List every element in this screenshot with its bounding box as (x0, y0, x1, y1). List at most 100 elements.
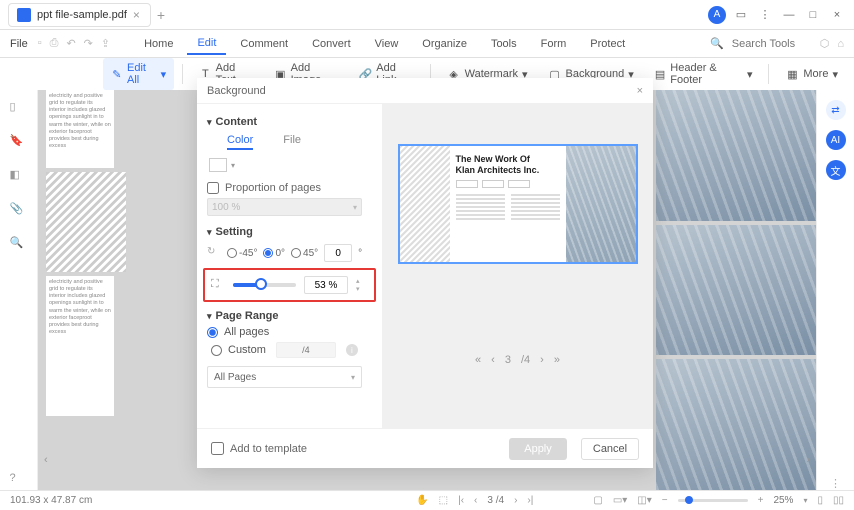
dialog-footer: Add to template Apply Cancel (197, 428, 653, 468)
dialog-close-icon[interactable]: × (637, 85, 643, 97)
last-page-icon[interactable]: » (554, 354, 560, 366)
file-tab[interactable]: File (283, 134, 301, 150)
select-tool-icon[interactable]: ⬚ (439, 495, 448, 506)
layers-icon[interactable]: ◧ (10, 168, 28, 186)
page-total: /4 (521, 354, 530, 366)
page-current: 3 (505, 354, 511, 366)
zoom-value[interactable]: 25% (773, 495, 793, 506)
search-input[interactable] (732, 38, 812, 50)
setting-section-header[interactable]: Setting (207, 226, 372, 238)
page-range-select[interactable]: All Pages▾ (207, 366, 362, 388)
dialog-header: Background × (197, 78, 653, 104)
scale-value-input[interactable] (304, 276, 348, 294)
page-thumb: electricity and positive grid to regulat… (46, 276, 114, 416)
rotation-row: ↻ -45° 0° 45° ° (207, 244, 372, 262)
add-to-template-checkbox[interactable]: Add to template (211, 442, 307, 455)
home-icon[interactable]: ⌂ (837, 38, 844, 50)
page-background-strip (656, 90, 816, 490)
menu-convert[interactable]: Convert (302, 34, 361, 54)
menu-comment[interactable]: Comment (230, 34, 298, 54)
notes-icon[interactable]: ▭ (732, 6, 750, 24)
search-panel-icon[interactable]: 🔍 (10, 236, 28, 254)
custom-radio[interactable]: Custom (211, 344, 266, 356)
close-icon[interactable]: × (133, 8, 140, 22)
rotate-neg45[interactable]: -45° (227, 248, 257, 259)
fit-width-icon[interactable]: ▭▾ (613, 495, 627, 506)
page-thumb: electricity and positive grid to regulat… (46, 90, 114, 168)
header-footer-button[interactable]: ▤ Header & Footer ▾ (646, 58, 761, 90)
custom-range-input[interactable] (276, 342, 336, 358)
menu-bar: File ▫ ⎙ ↶ ↷ ⇪ Home Edit Comment Convert… (0, 30, 854, 58)
last-page-icon[interactable]: ›| (527, 495, 533, 506)
chevron-down-icon: ▾ (747, 68, 753, 81)
prev-page-icon[interactable]: ‹ (491, 354, 495, 366)
menu-form[interactable]: Form (531, 34, 577, 54)
document-tab[interactable]: ppt file-sample.pdf × (8, 3, 151, 27)
rotate-45[interactable]: 45° (291, 248, 318, 259)
more-button[interactable]: ▦ More ▾ (777, 63, 846, 85)
info-icon[interactable]: i (346, 344, 358, 356)
bookmark-icon[interactable]: 🔖 (10, 134, 28, 152)
minimize-icon[interactable]: — (780, 6, 798, 24)
proportion-checkbox[interactable] (207, 182, 219, 194)
undo-icon[interactable]: ↶ (66, 37, 75, 50)
color-tab[interactable]: Color (227, 134, 253, 150)
menu-edit[interactable]: Edit (187, 33, 226, 55)
next-page-icon[interactable]: › (540, 354, 544, 366)
first-page-icon[interactable]: « (475, 354, 481, 366)
first-page-icon[interactable]: |‹ (458, 495, 464, 506)
ai-icon[interactable]: AI (826, 130, 846, 150)
content-section-header[interactable]: Content (207, 116, 372, 128)
color-picker[interactable]: ▾ (209, 158, 372, 172)
cloud-icon[interactable]: ⬡ (820, 37, 830, 50)
scale-stepper[interactable]: ▴▾ (356, 277, 368, 293)
menu-organize[interactable]: Organize (412, 34, 477, 54)
page-range-header[interactable]: Page Range (207, 310, 372, 322)
slider-thumb[interactable] (255, 278, 267, 290)
cancel-button[interactable]: Cancel (581, 438, 639, 460)
menu-home[interactable]: Home (134, 34, 183, 54)
copilot-icon[interactable]: ⇄ (826, 100, 846, 120)
edit-all-button[interactable]: ✎ Edit All ▾ (103, 58, 174, 90)
continuous-icon[interactable]: ▯▯ (833, 495, 844, 506)
scroll-right-icon[interactable]: › (806, 454, 810, 466)
scale-slider[interactable] (233, 283, 296, 287)
prev-page-icon[interactable]: ‹ (474, 495, 477, 506)
view-mode-icon[interactable]: ◫▾ (637, 495, 651, 506)
rotate-0[interactable]: 0° (263, 248, 285, 259)
save-icon[interactable]: ▫ (38, 37, 42, 50)
share-icon[interactable]: ⇪ (101, 37, 110, 50)
background-dialog: Background × Content Color File ▾ Propor… (197, 78, 653, 468)
next-page-icon[interactable]: › (514, 495, 517, 506)
preview-image-left (400, 146, 450, 262)
kebab-icon[interactable]: ⋮ (756, 6, 774, 24)
redo-icon[interactable]: ↷ (84, 37, 93, 50)
add-tab-button[interactable]: + (157, 7, 165, 23)
zoom-slider[interactable] (678, 499, 748, 502)
all-pages-radio[interactable]: All pages (207, 326, 372, 338)
pdf-icon (17, 8, 31, 22)
close-window-icon[interactable]: × (828, 6, 846, 24)
user-avatar[interactable]: A (708, 6, 726, 24)
single-page-icon[interactable]: ▯ (817, 495, 823, 506)
thumbnail-icon[interactable]: ▯ (10, 100, 28, 118)
menu-view[interactable]: View (365, 34, 409, 54)
menu-protect[interactable]: Protect (580, 34, 635, 54)
translate-icon[interactable]: 文 (826, 160, 846, 180)
help-icon[interactable]: ? (10, 472, 28, 490)
zoom-in-icon[interactable]: + (758, 495, 764, 506)
print-icon[interactable]: ⎙ (50, 37, 59, 50)
search-icon: 🔍 (710, 37, 724, 50)
apply-button[interactable]: Apply (509, 438, 567, 460)
menu-tools[interactable]: Tools (481, 34, 527, 54)
attachment-icon[interactable]: 📎 (10, 202, 28, 220)
sidebar-settings-icon[interactable]: ⋮ (830, 477, 841, 490)
rotation-custom-input[interactable] (324, 244, 352, 262)
hand-tool-icon[interactable]: ✋ (416, 495, 428, 506)
file-menu[interactable]: File (10, 38, 34, 50)
zoom-out-icon[interactable]: − (662, 495, 668, 506)
page-indicator[interactable]: 3 /4 (487, 495, 504, 506)
maximize-icon[interactable]: □ (804, 6, 822, 24)
fit-page-icon[interactable]: ▢ (593, 495, 602, 506)
scroll-left-icon[interactable]: ‹ (44, 454, 48, 466)
